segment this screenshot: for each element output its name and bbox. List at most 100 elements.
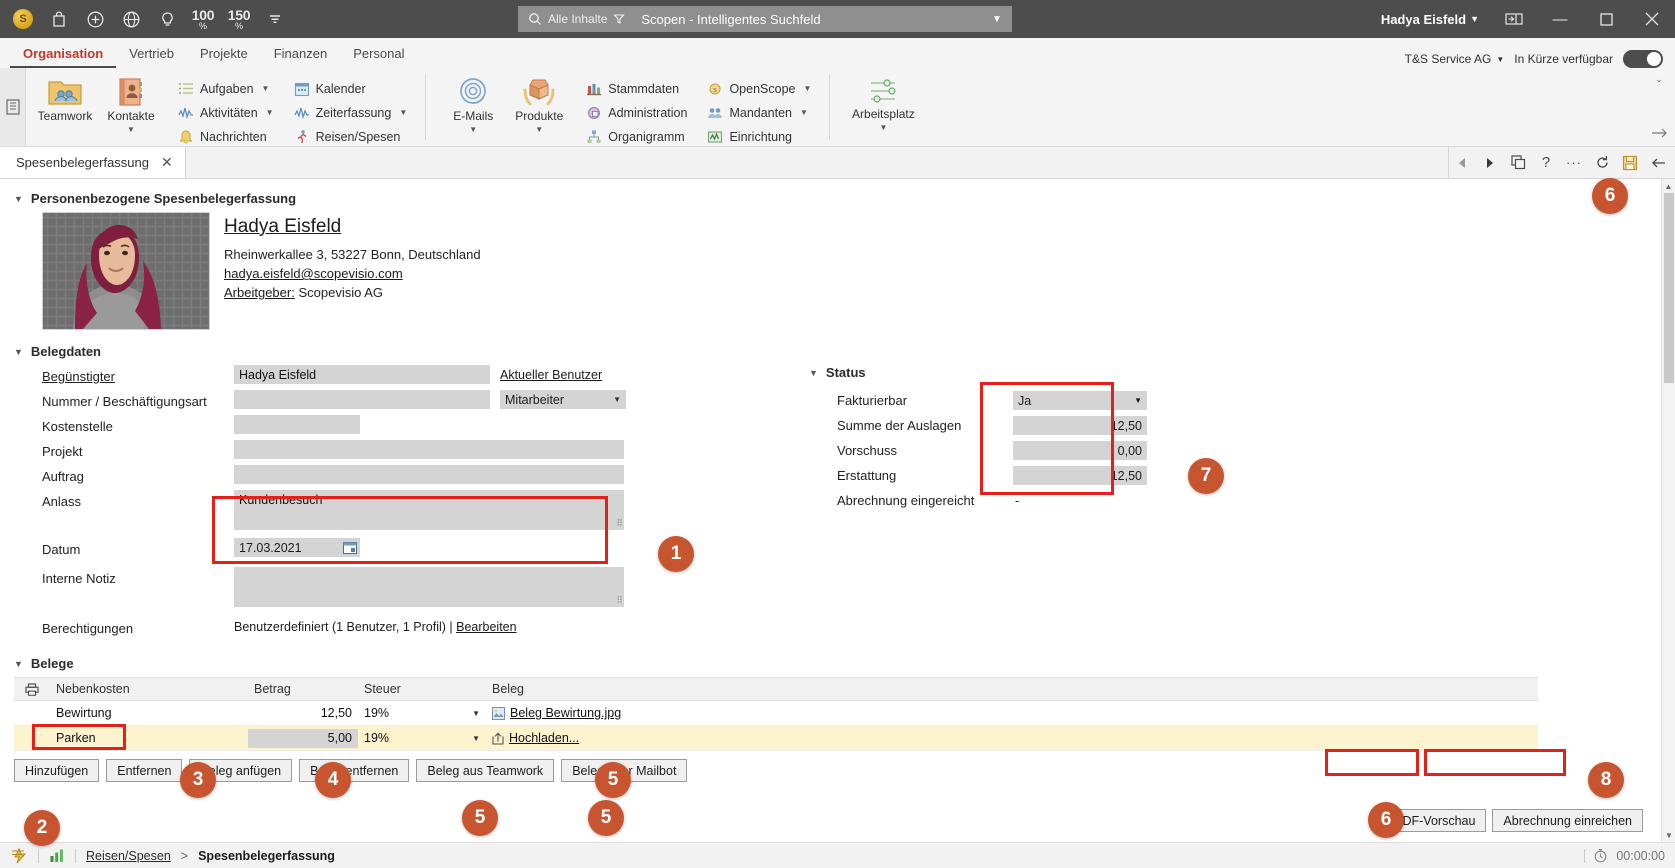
global-search[interactable]: Alle Inhalte ▼ [518,6,1012,32]
lightning-icon[interactable] [10,847,28,864]
person-name[interactable]: Hadya Eisfeld [224,216,481,238]
stopwatch-icon[interactable] [1593,848,1608,863]
ribbon-tab-personal[interactable]: Personal [340,42,417,68]
printer-icon[interactable] [14,682,50,696]
row-doc-name-parken[interactable]: Hochladen... [509,731,579,745]
row-name-bewirtung[interactable]: Bewirtung [50,706,248,720]
scrollbar-thumb[interactable] [1664,193,1674,383]
ribbon-button-emails[interactable]: E-Mails ▼ [440,72,506,134]
breadcrumb-link-reisen-spesen[interactable]: Reisen/Spesen [86,849,171,863]
back-arrow-icon[interactable] [1449,150,1475,176]
ribbon-item-kalender[interactable]: Kalender [290,78,412,99]
zoom-150-button[interactable]: 150% [222,2,256,36]
scroll-up-icon[interactable]: ▲ [1662,179,1675,193]
chart-icon[interactable] [49,848,65,863]
user-menu-chevron-icon[interactable]: ▼ [1470,14,1491,24]
ribbon-item-openscope[interactable]: s OpenScope ▼ [703,78,815,99]
plus-circle-icon[interactable] [78,2,112,36]
ribbon-item-mandanten-chevron-icon[interactable]: ▼ [800,108,808,117]
coin-icon[interactable]: S [6,2,40,36]
field-value-anlass[interactable]: Kundenbesuch ⠿ [234,490,624,530]
ribbon-button-kontakte[interactable]: Kontakte ▼ [98,72,164,134]
ribbon-button-produkte-chevron-icon[interactable]: ▼ [535,125,543,134]
duplicate-icon[interactable] [1505,150,1531,176]
collapse-triangle-icon[interactable]: ▼ [14,347,23,357]
row-doc-bewirtung[interactable]: Beleg Bewirtung.jpg [486,706,1538,720]
ribbon-tab-projekte[interactable]: Projekte [187,42,261,68]
ribbon-pin-icon[interactable] [1651,126,1667,140]
field-value-auftrag[interactable] [234,465,624,484]
ribbon-item-stammdaten[interactable]: Stammdaten [582,78,691,99]
table-row[interactable]: Bewirtung 12,50 19% ▼ Beleg Bewirtung.jp… [14,701,1538,726]
ribbon-item-zeiterfassung-chevron-icon[interactable]: ▼ [399,108,407,117]
ribbon-item-aufgaben-chevron-icon[interactable]: ▼ [262,84,270,93]
search-input[interactable] [631,11,986,27]
field-value-nummer[interactable] [234,390,490,409]
field-value-projekt[interactable] [234,440,624,459]
ribbon-tab-finanzen[interactable]: Finanzen [261,42,340,68]
scroll-down-icon[interactable]: ▼ [1662,828,1675,842]
ribbon-side-rail[interactable] [0,68,26,146]
beleg-aus-teamwork-button[interactable]: Beleg aus Teamwork [416,759,555,782]
select-beschaeftigungsart[interactable]: Mitarbeiter ▼ [500,390,626,409]
abrechnung-einreichen-button[interactable]: Abrechnung einreichen [1492,809,1643,832]
ribbon-button-emails-chevron-icon[interactable]: ▼ [469,125,477,134]
link-aktueller-benutzer[interactable]: Aktueller Benutzer [500,365,602,382]
field-value-beguenstigter[interactable]: Hadya Eisfeld [234,365,490,384]
permissions-edit-link[interactable]: Bearbeiten [456,620,516,634]
ribbon-item-einrichtung[interactable]: Einrichtung [703,126,815,147]
field-label-beguenstigter[interactable]: Begünstigter [42,365,234,384]
ribbon-item-aufgaben[interactable]: Aufgaben ▼ [174,78,278,99]
vertical-scrollbar[interactable]: ▲ ▼ [1661,179,1675,842]
zoom-100-button[interactable]: 100% [186,2,220,36]
help-icon[interactable]: ? [1533,150,1559,176]
ribbon-tab-vertrieb[interactable]: Vertrieb [116,42,187,68]
close-icon[interactable]: ✕ [161,154,173,171]
tenant-selector[interactable]: T&S Service AG ▼ [1405,52,1505,66]
panel-toggle-icon[interactable] [1491,0,1537,38]
table-header-betrag[interactable]: Betrag [248,682,358,696]
collapse-triangle-icon[interactable]: ▼ [809,368,818,378]
search-scope[interactable]: Alle Inhalte [522,12,631,26]
person-email[interactable]: hadya.eisfeld@scopevisio.com [224,266,403,281]
ribbon-button-produkte[interactable]: Produkte ▼ [506,72,572,134]
ribbon-item-aktivitaeten-chevron-icon[interactable]: ▼ [266,108,274,117]
document-tab-spesenbelegerfassung[interactable]: Spesenbelegerfassung ✕ [0,147,186,178]
bag-icon[interactable] [42,2,76,36]
resize-grip-icon[interactable]: ⠿ [616,518,623,529]
table-row[interactable]: Parken 5,00 19% ▼ Hochladen... [14,726,1538,751]
field-value-interne-notiz[interactable]: ⠿ [234,567,624,607]
hinzufuegen-button[interactable]: Hinzufügen [14,759,100,782]
ribbon-button-arbeitsplatz[interactable]: Arbeitsplatz ▼ [844,72,922,132]
row-doc-name-bewirtung[interactable]: Beleg Bewirtung.jpg [510,706,621,720]
ribbon-item-mandanten[interactable]: Mandanten ▼ [703,102,815,123]
chevron-down-icon[interactable] [258,2,292,36]
ribbon-item-reisen-spesen[interactable]: Reisen/Spesen [290,126,412,147]
more-icon[interactable]: ··· [1561,150,1587,176]
ribbon-collapse-icon[interactable]: ⌄ [1655,74,1663,85]
globe-icon[interactable] [114,2,148,36]
row-amount-parken[interactable]: 5,00 [248,728,358,748]
availability-toggle[interactable] [1623,50,1663,68]
search-dropdown-icon[interactable]: ▼ [986,14,1008,25]
status-select-fakturierbar[interactable]: Ja ▼ [1013,391,1147,410]
table-header-beleg[interactable]: Beleg [486,682,1538,696]
ribbon-item-zeiterfassung[interactable]: Zeiterfassung ▼ [290,102,412,123]
collapse-triangle-icon[interactable]: ▼ [14,194,23,204]
collapse-left-icon[interactable] [1645,150,1671,176]
ribbon-tab-organisation[interactable]: Organisation [10,42,117,68]
collapse-triangle-icon[interactable]: ▼ [14,659,23,669]
ribbon-item-organigramm[interactable]: Organigramm [582,126,691,147]
ribbon-item-openscope-chevron-icon[interactable]: ▼ [803,84,811,93]
row-tax-bewirtung[interactable]: 19% ▼ [358,706,486,720]
table-header-nebenkosten[interactable]: Nebenkosten [50,682,248,696]
bulb-icon[interactable] [150,2,184,36]
maximize-button[interactable] [1583,0,1629,38]
row-amount-bewirtung[interactable]: 12,50 [248,706,358,720]
ribbon-item-aktivitaeten[interactable]: Aktivitäten ▼ [174,102,278,123]
row-tax-parken[interactable]: 19% ▼ [358,731,486,745]
ribbon-item-administration[interactable]: Administration [582,102,691,123]
entfernen-button[interactable]: Entfernen [106,759,183,782]
row-name-parken[interactable]: Parken [50,731,248,745]
ribbon-button-teamwork[interactable]: Teamwork [32,72,98,123]
